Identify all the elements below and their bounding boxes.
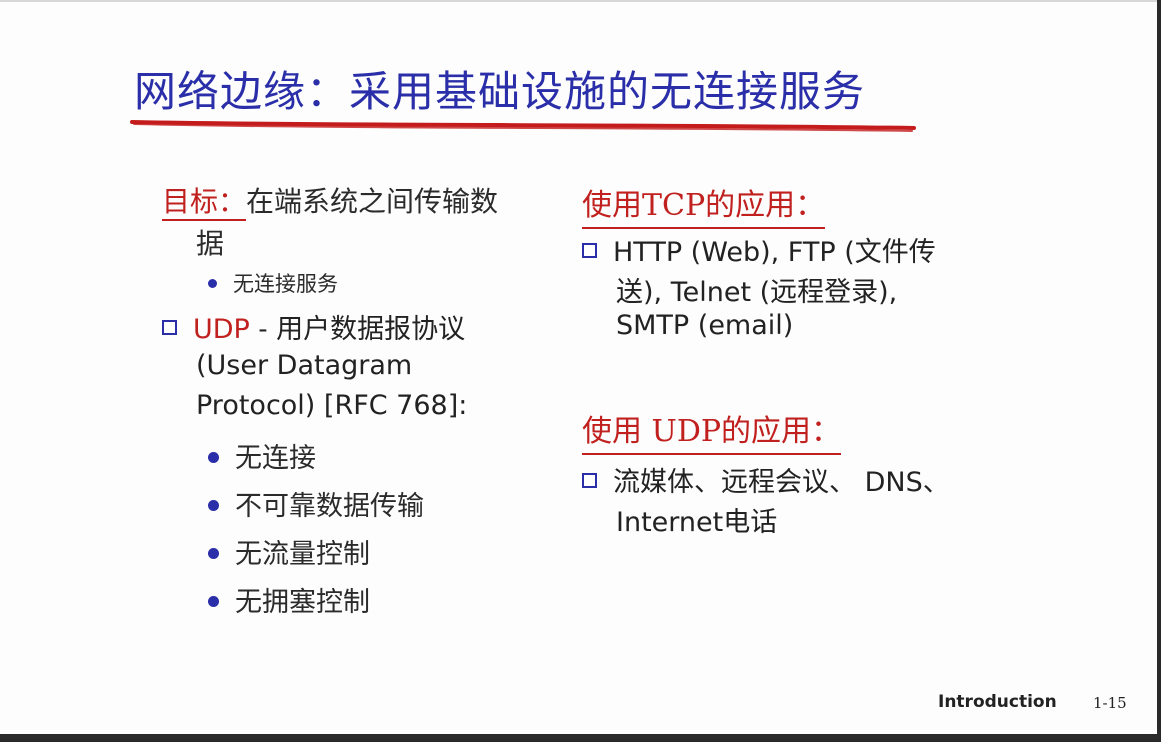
square-bullet-icon <box>162 320 177 335</box>
frame-bottom-edge <box>0 734 1161 742</box>
udp-apps-heading: 使用 UDP的应用： <box>582 406 842 455</box>
udp-bullet-text: 无流量控制 <box>235 539 370 570</box>
goal-label: 目标： <box>162 185 247 221</box>
udp-line-3: Protocol) [RFC 768]: <box>196 390 468 421</box>
udp-line-2: (User Datagram <box>196 350 413 381</box>
footer-page-number: 1-15 <box>1093 694 1127 712</box>
tcp-apps-line-2: 送), Telnet (远程登录), <box>616 277 898 308</box>
tcp-apps-line-1: HTTP (Web), FTP (文件传 <box>613 237 936 268</box>
tcp-apps-line-3: SMTP (email) <box>616 310 794 341</box>
tcp-apps-item: HTTP (Web), FTP (文件传 <box>582 230 936 269</box>
udp-bullet-item: 无流量控制 <box>208 532 370 571</box>
goal-line: 目标：在端系统之间传输数 <box>162 183 498 221</box>
dot-bullet-icon <box>208 548 219 559</box>
dot-bullet-icon <box>208 279 217 288</box>
udp-bullet-item: 无拥塞控制 <box>208 580 370 619</box>
udp-bullet-text: 无连接 <box>235 443 316 474</box>
frame-top-edge <box>0 0 1161 2</box>
tcp-apps-heading: 使用TCP的应用： <box>582 180 826 229</box>
goal-text: 在端系统之间传输数 <box>246 185 499 218</box>
udp-apps-item: 流媒体、远程会议、 DNS、 <box>582 460 950 499</box>
udp-bullet-text: 无拥塞控制 <box>235 587 370 618</box>
goal-text-wrap: 据 <box>196 227 225 260</box>
udp-apps-line-1: 流媒体、远程会议、 DNS、 <box>613 467 950 498</box>
dot-bullet-icon <box>208 452 219 463</box>
slide: 网络边缘：采用基础设施的无连接服务 目标：在端系统之间传输数 据 无连接服务 U… <box>0 0 1161 742</box>
udp-word: UDP <box>193 314 250 345</box>
square-bullet-icon <box>582 473 597 488</box>
title-underline <box>130 120 916 132</box>
udp-item: UDP - 用户数据报协议 <box>162 310 465 350</box>
goal-sub-item: 无连接服务 <box>208 268 338 298</box>
square-bullet-icon <box>582 243 597 258</box>
udp-description: - 用户数据报协议 <box>249 314 466 345</box>
footer-section-label: Introduction <box>938 692 1057 712</box>
udp-bullet-item: 无连接 <box>208 436 316 475</box>
dot-bullet-icon <box>208 500 219 511</box>
dot-bullet-icon <box>208 596 219 607</box>
slide-title: 网络边缘：采用基础设施的无连接服务 <box>134 67 866 116</box>
udp-bullet-text: 不可靠数据传输 <box>235 491 424 522</box>
udp-bullet-item: 不可靠数据传输 <box>208 484 424 523</box>
goal-sub-text: 无连接服务 <box>233 272 338 296</box>
frame-right-edge <box>1157 0 1161 742</box>
udp-apps-line-2: Internet电话 <box>616 507 778 538</box>
